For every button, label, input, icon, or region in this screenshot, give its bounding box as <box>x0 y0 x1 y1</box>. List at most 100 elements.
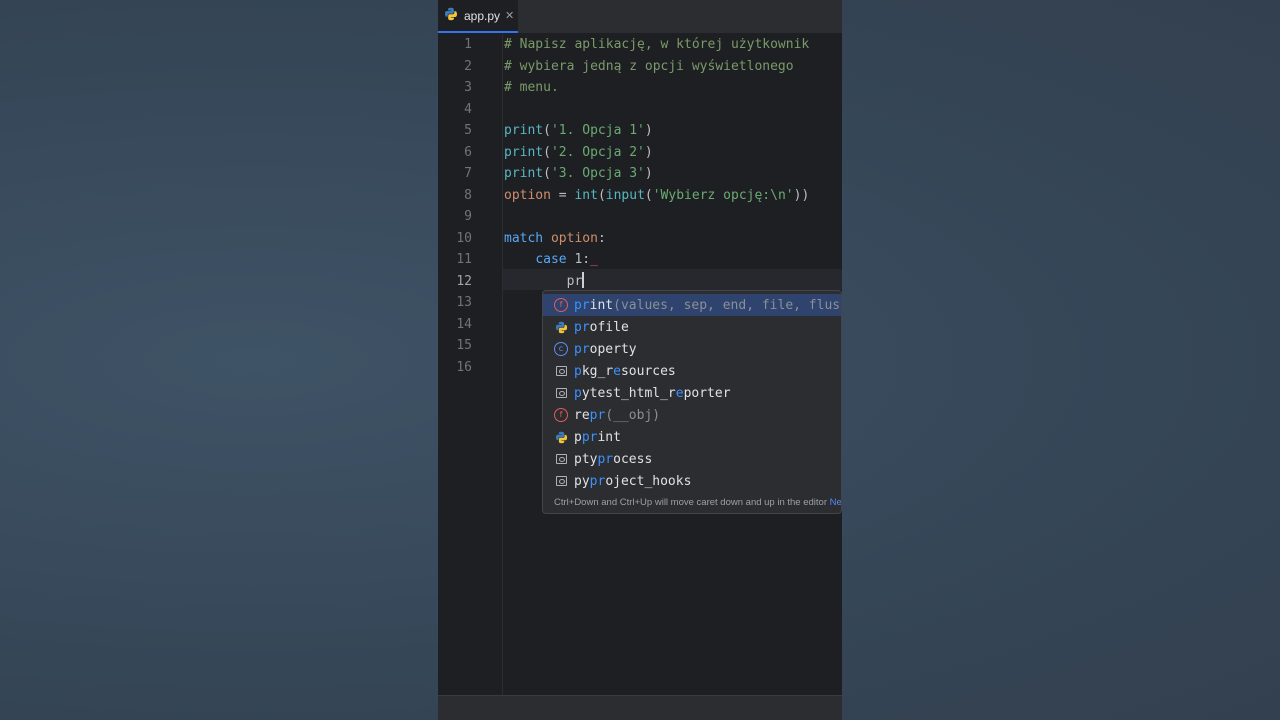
line-number: 7 <box>464 166 472 181</box>
builtin-token: print <box>504 166 544 181</box>
completion-item-ptyprocess[interactable]: ptyprocess <box>543 448 841 470</box>
tab-app-py[interactable]: app.py ✕ <box>438 0 518 33</box>
function-icon: f <box>554 408 568 422</box>
code-line-6: print('2. Opcja 2') <box>504 142 653 164</box>
punct-token: ) <box>644 144 653 160</box>
code-line-7: print('3. Opcja 3') <box>504 163 653 185</box>
code-line-1: # Napisz aplikację, w której użytkownik <box>504 34 809 56</box>
match-text: pr <box>574 319 590 335</box>
builtin-token: input <box>605 187 645 203</box>
keyword-token: case <box>535 252 567 267</box>
item-rest: int <box>589 297 614 313</box>
item-signature: (values, sep, end, file, flus <box>613 297 841 313</box>
variable-token: option <box>550 230 598 246</box>
line-number: 9 <box>464 209 472 224</box>
line-number: 14 <box>456 316 472 332</box>
python-module-icon <box>554 320 568 334</box>
item-rest: operty <box>589 341 637 357</box>
package-icon <box>554 474 568 488</box>
line-number: 2 <box>464 58 472 74</box>
item-signature: (__obj) <box>605 407 661 423</box>
python-module-icon <box>554 430 568 444</box>
line-number: 5 <box>464 123 472 138</box>
string-token: 'Wybierz opcję:\n' <box>652 187 794 203</box>
class-icon: c <box>554 342 568 356</box>
typed-text: pr <box>566 273 583 289</box>
builtin-token: print <box>504 144 544 160</box>
item-label: ptyprocess <box>574 451 653 467</box>
comment: # wybiera jedną z opcji wyświetlonego <box>504 58 794 74</box>
completion-item-property[interactable]: c pr operty <box>543 338 841 360</box>
string-token: '1. Opcja 1' <box>550 123 645 138</box>
completion-item-repr[interactable]: f repr (__obj) <box>543 404 841 426</box>
punct-token: : <box>582 252 591 267</box>
line-number: 6 <box>464 144 472 160</box>
item-label: pprint <box>574 429 621 445</box>
code-line-8: option = int(input('Wybierz opcję:\n')) <box>504 185 809 207</box>
match-text: pr <box>574 297 590 313</box>
package-icon <box>554 452 568 466</box>
line-number: 15 <box>456 338 472 353</box>
code-line-11: case 1:_ <box>504 249 598 271</box>
string-token: '3. Opcja 3' <box>550 166 645 181</box>
match-text: pr <box>574 341 590 357</box>
code-line-3: # menu. <box>504 77 559 99</box>
line-number-gutter: 1 2 3 4 5 6 7 8 9 10 11 12 13 14 15 16 <box>438 34 503 696</box>
completion-popup[interactable]: f pr int (values, sep, end, file, flus pr o… <box>542 290 842 514</box>
tab-label: app.py <box>464 8 501 23</box>
text-caret <box>582 271 585 288</box>
tab-bar: app.py ✕ <box>438 0 842 34</box>
code-line-12: pr <box>504 271 585 293</box>
item-rest: ofile <box>589 319 629 335</box>
code-line-10: match option: <box>504 228 606 250</box>
punct-token: ( <box>543 123 551 138</box>
line-number: 4 <box>464 101 472 117</box>
completion-hint: Ctrl+Down and Ctrl+Up will move caret do… <box>554 497 841 508</box>
error-squiggle: _ <box>590 252 598 267</box>
hint-link[interactable]: Ne <box>830 497 841 508</box>
python-file-icon <box>444 6 458 25</box>
comment: # menu. <box>504 80 559 95</box>
string-token: '2. Opcja 2' <box>550 144 645 160</box>
package-icon <box>554 364 568 378</box>
comment: # Napisz aplikację, w której użytkownik <box>504 37 810 52</box>
line-number: 16 <box>456 359 472 375</box>
package-icon <box>554 386 568 400</box>
operator-token: = <box>550 187 575 203</box>
completion-item-pytest-html-reporter[interactable]: pytest_html_reporter <box>543 382 841 404</box>
item-label: pkg_resources <box>574 363 676 379</box>
line-number: 1 <box>464 37 472 52</box>
punct-token: : <box>597 230 606 246</box>
hint-text: Ctrl+Down and Ctrl+Up will move caret do… <box>554 497 827 508</box>
item-label: repr <box>574 407 606 423</box>
keyword-token: match <box>504 230 544 246</box>
code-line-5: print('1. Opcja 1') <box>504 120 653 142</box>
punct-token: ( <box>597 187 606 203</box>
item-label: pytest_html_reporter <box>574 385 731 401</box>
punct-token: ) <box>644 123 653 138</box>
close-icon[interactable]: ✕ <box>505 9 514 22</box>
builtin-token: print <box>504 123 544 138</box>
punct-token: ) <box>644 166 653 181</box>
item-label: pyproject_hooks <box>574 473 692 489</box>
line-number: 11 <box>456 252 472 267</box>
punct-token: ( <box>644 187 653 203</box>
completion-item-profile[interactable]: pr ofile <box>543 316 841 338</box>
punct-token: ( <box>543 166 551 181</box>
punct-token: )) <box>793 187 810 203</box>
punct-token: ( <box>543 144 551 160</box>
completion-item-pkg-resources[interactable]: pkg_resources <box>543 360 841 382</box>
code-line-2: # wybiera jedną z opcji wyświetlonego <box>504 56 794 78</box>
line-number: 10 <box>456 230 472 246</box>
line-number: 8 <box>464 187 472 203</box>
function-icon: f <box>554 298 568 312</box>
line-number: 3 <box>464 80 472 95</box>
builtin-token: int <box>574 187 598 203</box>
status-bar <box>438 695 842 720</box>
line-number-current: 12 <box>456 273 472 289</box>
completion-item-pprint[interactable]: pprint <box>543 426 841 448</box>
completion-item-pyproject-hooks[interactable]: pyproject_hooks <box>543 470 841 492</box>
variable-token: option <box>504 187 551 203</box>
line-number: 13 <box>456 295 472 310</box>
completion-item-print[interactable]: f pr int (values, sep, end, file, flus <box>543 294 841 316</box>
